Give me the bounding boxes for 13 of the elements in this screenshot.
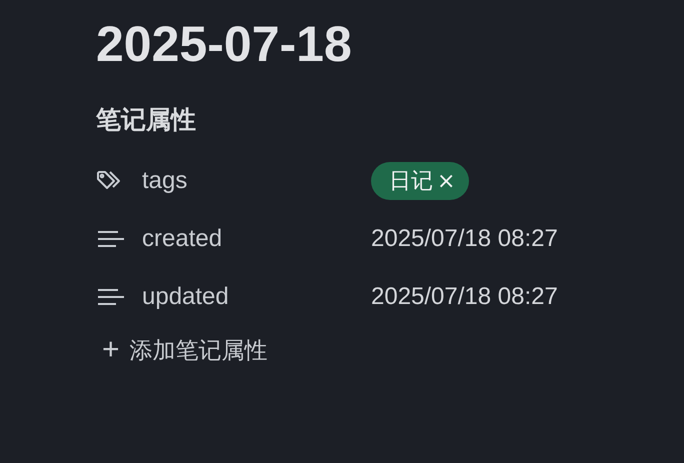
property-name: created [142,225,222,253]
note-title: 2025-07-18 [96,15,353,74]
plus-icon: + [102,334,120,366]
remove-tag-button[interactable]: × [437,168,456,194]
property-value[interactable]: 2025/07/18 08:27 [371,225,558,253]
property-value[interactable]: 2025/07/18 08:27 [371,283,558,311]
tag-label: 日记 [389,168,433,196]
add-property-label: 添加笔记属性 [130,336,268,364]
add-property-button[interactable]: + 添加笔记属性 [102,334,268,366]
property-name: updated [142,283,229,311]
tag-chip[interactable]: 日记 × [371,162,470,200]
property-name: tags [142,167,188,195]
section-heading: 笔记属性 [96,104,197,136]
